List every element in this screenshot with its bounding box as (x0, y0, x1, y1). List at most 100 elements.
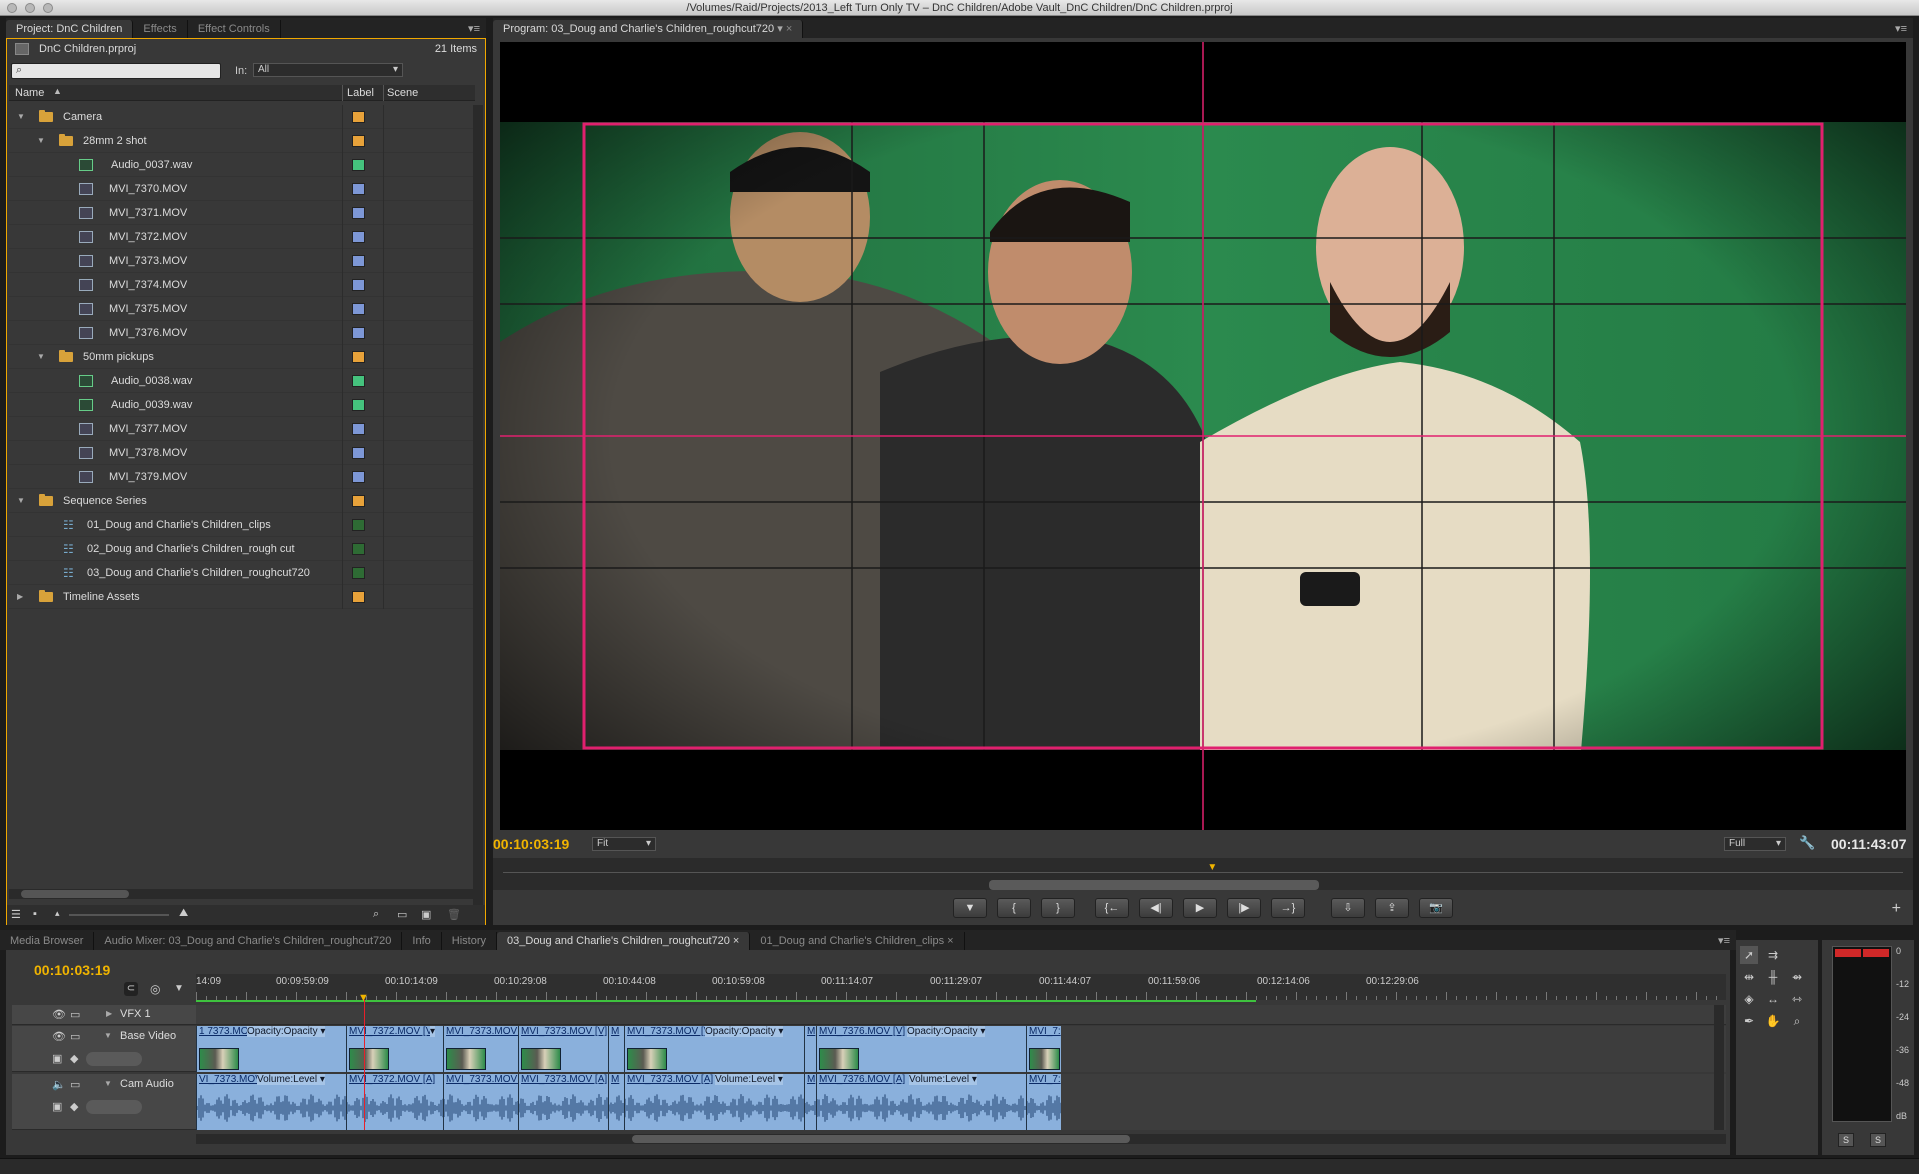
project-item[interactable]: Audio_0039.wav (9, 393, 474, 417)
panel-menu-icon[interactable]: ▾≡ (462, 20, 486, 38)
tab-audio-mixer[interactable]: Audio Mixer: 03_Doug and Charlie's Child… (94, 932, 403, 950)
video-clip[interactable]: MVI_7373.MOV [V] Opacity:Opacity ▾ (624, 1026, 804, 1072)
clip-effect-menu[interactable]: Volume:Level ▾ (257, 1074, 325, 1085)
rolling-edit-tool-icon[interactable]: ╫ (1764, 968, 1782, 986)
icon-view-icon[interactable]: ▪ (33, 908, 37, 920)
column-name[interactable]: Name (15, 87, 44, 99)
new-bin-icon[interactable]: ▭ (397, 908, 407, 921)
new-item-icon[interactable]: ▣ (421, 908, 431, 921)
project-item[interactable]: ▼ Camera (9, 105, 474, 129)
keyframe-nav[interactable] (86, 1052, 142, 1066)
step-back-button[interactable]: ◀| (1139, 898, 1173, 918)
label-color-swatch[interactable] (352, 567, 365, 579)
export-frame-button[interactable]: 📷 (1419, 898, 1453, 918)
tab-program-monitor[interactable]: Program: 03_Doug and Charlie's Children_… (493, 20, 804, 38)
display-style-icon[interactable]: ▣ (52, 1052, 62, 1065)
label-color-swatch[interactable] (352, 447, 365, 459)
program-current-timecode[interactable]: 00:10:03:19 (493, 836, 569, 852)
tab-info[interactable]: Info (402, 932, 442, 950)
solo-left-button[interactable]: S (1838, 1133, 1854, 1147)
collapse-folder-icon[interactable]: ▼ (17, 105, 27, 129)
solo-right-button[interactable]: S (1870, 1133, 1886, 1147)
project-vertical-scrollbar[interactable] (473, 105, 483, 905)
selection-tool-icon[interactable]: ➚ (1740, 946, 1758, 964)
project-item[interactable]: ▼ Sequence Series (9, 489, 474, 513)
collapse-folder-icon[interactable]: ▼ (37, 129, 47, 153)
tab-sequence-roughcut720[interactable]: 03_Doug and Charlie's Children_roughcut7… (497, 932, 751, 950)
label-color-swatch[interactable] (352, 111, 365, 123)
zoom-tool-icon[interactable]: ⌕ (1788, 1012, 1806, 1030)
clip-effect-menu[interactable]: ▾ (430, 1026, 436, 1037)
speaker-icon[interactable]: 🔈 (52, 1078, 66, 1091)
tab-effect-controls[interactable]: Effect Controls (188, 20, 281, 38)
video-clip[interactable]: MVI_7373.MOV [V] (443, 1026, 518, 1072)
playback-resolution-select[interactable]: Full ▾ (1724, 837, 1786, 851)
audio-clip[interactable]: MVI_7373.MOV [A] Volume:Level ▾ (624, 1074, 804, 1130)
program-time-ruler[interactable]: ▼ (493, 858, 1913, 890)
track-area-audio[interactable]: VI_7373.MOV [A] Volume:Level ▾ MVI_7372.MO… (196, 1074, 1726, 1130)
zoom-slider[interactable] (69, 914, 169, 916)
trash-icon[interactable]: 🗑 (447, 908, 461, 921)
add-marker-icon[interactable]: ◎ (150, 982, 160, 996)
lift-button[interactable]: ⇩ (1331, 898, 1365, 918)
label-color-swatch[interactable] (352, 159, 365, 171)
close-window-button[interactable] (7, 3, 17, 13)
timeline-playhead[interactable]: ▼ (358, 992, 369, 1004)
project-item[interactable]: ▼ 50mm pickups (9, 345, 474, 369)
column-scene[interactable]: Scene (387, 87, 418, 99)
tab-sequence-clips[interactable]: 01_Doug and Charlie's Children_clips × (750, 932, 965, 950)
search-icon[interactable]: ⌕ (373, 908, 379, 921)
add-button-icon[interactable]: + (1892, 900, 1901, 918)
label-color-swatch[interactable] (352, 543, 365, 555)
timeline-vertical-scrollbar[interactable] (1714, 1005, 1724, 1130)
in-filter-select[interactable]: All ▾ (253, 63, 403, 77)
wrench-icon[interactable]: 🔧 (1799, 835, 1815, 851)
go-to-out-button[interactable]: →} (1271, 898, 1305, 918)
clip-effect-menu[interactable]: Opacity:Opacity ▾ (705, 1026, 784, 1037)
track-area-video[interactable]: 1 7373.MOV [V] Opacity:Opacity ▾ MVI_7372.… (196, 1026, 1726, 1072)
track-select-tool-icon[interactable]: ⇉ (1764, 946, 1782, 964)
panel-menu-icon[interactable]: ▾≡ (1889, 20, 1913, 38)
minimize-window-button[interactable] (25, 3, 35, 13)
project-item[interactable]: MVI_7377.MOV (9, 417, 474, 441)
film-icon[interactable]: ▭ (70, 1078, 80, 1091)
ripple-edit-tool-icon[interactable]: ⇹ (1740, 968, 1758, 986)
expand-folder-icon[interactable]: ▶ (17, 585, 27, 609)
label-color-swatch[interactable] (352, 135, 365, 147)
program-zoom-scrollbar[interactable] (989, 880, 1319, 890)
project-item[interactable]: MVI_7375.MOV (9, 297, 474, 321)
audio-clip[interactable]: M (804, 1074, 816, 1130)
keyframe-icon[interactable]: ◆ (70, 1052, 78, 1065)
track-area-vfx[interactable] (196, 1005, 1726, 1025)
snap-icon[interactable]: ⊂ (124, 982, 138, 996)
label-color-swatch[interactable] (352, 303, 365, 315)
go-to-in-button[interactable]: {← (1095, 898, 1129, 918)
zoom-level-select[interactable]: Fit ▾ (592, 837, 656, 851)
label-color-swatch[interactable] (352, 495, 365, 507)
project-item[interactable]: ☷ 03_Doug and Charlie's Children_roughcut… (9, 561, 474, 585)
audio-clip[interactable]: MVI_7376.MOV [A] Volume:Level ▾ (816, 1074, 1026, 1130)
display-style-icon[interactable]: ▣ (52, 1100, 62, 1113)
label-color-swatch[interactable] (352, 231, 365, 243)
play-button[interactable]: ▶ (1183, 898, 1217, 918)
clip-effect-menu[interactable]: Volume:Level ▾ (715, 1074, 783, 1085)
keyframe-nav[interactable] (86, 1100, 142, 1114)
label-color-swatch[interactable] (352, 255, 365, 267)
tab-project[interactable]: Project: DnC Children (6, 20, 134, 38)
column-label[interactable]: Label (347, 87, 374, 99)
project-item[interactable]: MVI_7378.MOV (9, 441, 474, 465)
mark-in-button[interactable]: { (997, 898, 1031, 918)
slip-tool-icon[interactable]: ↔ (1764, 990, 1782, 1008)
close-icon[interactable]: × (786, 23, 792, 35)
video-clip[interactable]: M (608, 1026, 624, 1072)
label-color-swatch[interactable] (352, 399, 365, 411)
video-clip[interactable]: M (804, 1026, 816, 1072)
collapse-track-icon[interactable]: ▼ (104, 1031, 112, 1040)
audio-clip[interactable]: MVI_7373.MOV [A] (518, 1074, 608, 1130)
clip-effect-menu[interactable]: Volume:Level ▾ (909, 1074, 977, 1085)
audio-clip[interactable]: MVI_7372.MOV [A] (346, 1074, 443, 1130)
film-icon[interactable]: ▭ (70, 1030, 80, 1043)
project-item[interactable]: ▼ 28mm 2 shot (9, 129, 474, 153)
project-item[interactable]: MVI_7371.MOV (9, 201, 474, 225)
slide-tool-icon[interactable]: ⇿ (1788, 990, 1806, 1008)
